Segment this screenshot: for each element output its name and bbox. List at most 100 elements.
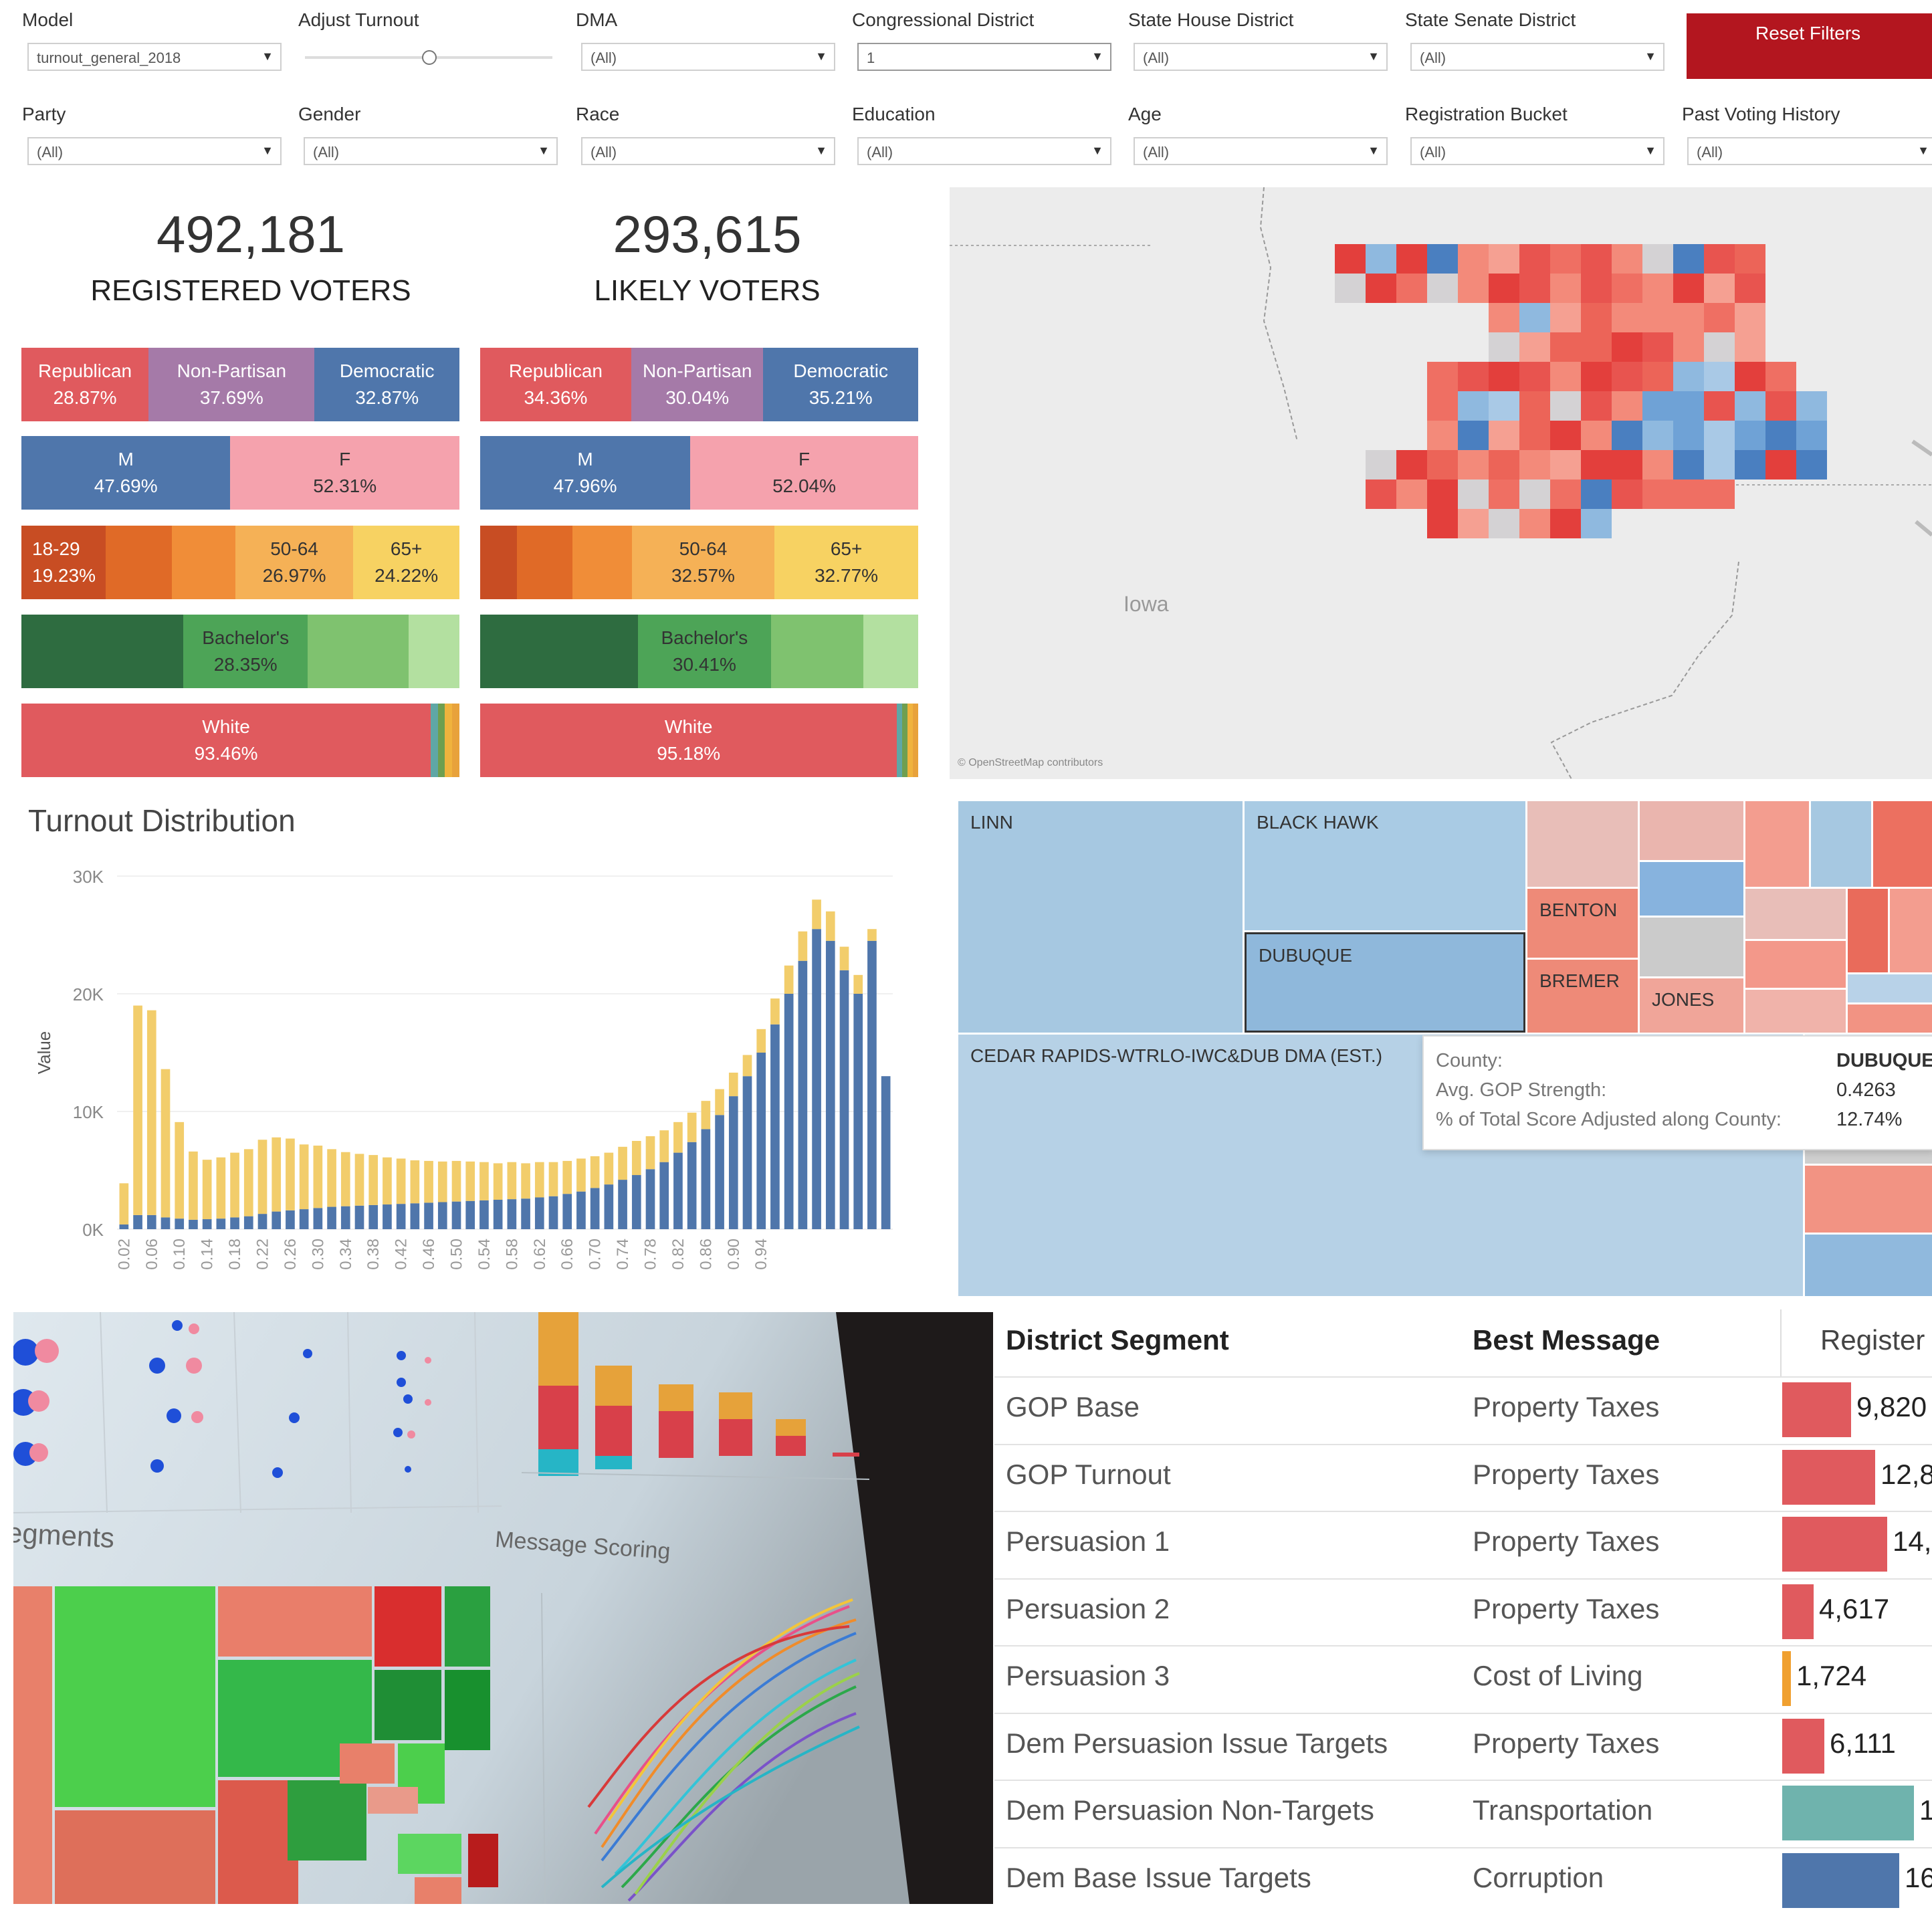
registered-education-segment[interactable]: [21, 615, 183, 688]
likely-education-bar[interactable]: Bachelor's30.41%: [480, 615, 918, 688]
map-precinct[interactable]: [1550, 332, 1581, 362]
map-precinct[interactable]: [1735, 244, 1765, 274]
map-precinct[interactable]: [1642, 362, 1673, 391]
likely-party-segment[interactable]: Non-Partisan30.04%: [631, 348, 764, 421]
histogram-bar[interactable]: [465, 1162, 475, 1201]
map-precinct[interactable]: [1642, 274, 1673, 303]
map-precinct[interactable]: [1550, 509, 1581, 538]
map-precinct[interactable]: [1704, 303, 1735, 332]
map-precinct[interactable]: [1489, 480, 1519, 509]
map-precinct[interactable]: [1489, 421, 1519, 450]
map-precinct[interactable]: [1519, 303, 1550, 332]
likely-race-segment[interactable]: [907, 704, 913, 777]
map-precinct[interactable]: [1704, 244, 1735, 274]
map-precinct[interactable]: [1427, 244, 1458, 274]
map-precinct[interactable]: [1612, 362, 1642, 391]
registered-party-segment[interactable]: Non-Partisan37.69%: [148, 348, 314, 421]
histogram-bar[interactable]: [508, 1199, 517, 1229]
histogram-bar[interactable]: [576, 1158, 586, 1191]
registered-education-segment[interactable]: [409, 615, 459, 688]
registered-education-segment[interactable]: [308, 615, 409, 688]
map-precinct[interactable]: [1612, 421, 1642, 450]
likely-race-segment[interactable]: [913, 704, 918, 777]
histogram-bar[interactable]: [175, 1122, 184, 1218]
histogram-bar[interactable]: [175, 1218, 184, 1229]
histogram-bar[interactable]: [230, 1153, 239, 1218]
map-precinct[interactable]: [1581, 450, 1612, 480]
treemap-cell[interactable]: [1805, 1235, 1932, 1296]
likely-education-segment[interactable]: [480, 615, 638, 688]
likely-education-segment[interactable]: [863, 615, 918, 688]
map-precinct[interactable]: [1704, 421, 1735, 450]
histogram-bar[interactable]: [646, 1169, 655, 1229]
histogram-bar[interactable]: [272, 1212, 281, 1229]
likely-age-bar[interactable]: 50-6432.57%65+32.77%: [480, 526, 918, 599]
table-row[interactable]: Persuasion 3Cost of Living1,724: [994, 1645, 1932, 1713]
histogram-bar[interactable]: [729, 1096, 738, 1229]
map-precinct[interactable]: [1704, 362, 1735, 391]
map-precinct[interactable]: [1642, 244, 1673, 274]
map-precinct[interactable]: [1612, 332, 1642, 362]
histogram-bar[interactable]: [798, 932, 808, 961]
map-precinct[interactable]: [1550, 421, 1581, 450]
treemap-cell[interactable]: [1745, 990, 1846, 1033]
treemap-cell-bremer[interactable]: BREMER: [1527, 960, 1638, 1033]
likely-age-segment[interactable]: [572, 526, 632, 599]
histogram-bar[interactable]: [438, 1202, 447, 1229]
map-precinct[interactable]: [1458, 480, 1489, 509]
filter-dropdown-congressional-district[interactable]: 1▼: [857, 43, 1111, 71]
map-precinct[interactable]: [1735, 421, 1765, 450]
histogram-bar[interactable]: [479, 1200, 489, 1229]
map-precinct[interactable]: [1612, 244, 1642, 274]
histogram-bar[interactable]: [826, 941, 835, 1229]
registered-age-bar[interactable]: 18-2919.23%50-6426.97%65+24.22%: [21, 526, 459, 599]
map-precinct[interactable]: [1581, 332, 1612, 362]
histogram-bar[interactable]: [605, 1153, 614, 1185]
filter-dropdown-age[interactable]: (All)▼: [1134, 137, 1388, 165]
registered-education-segment[interactable]: Bachelor's28.35%: [183, 615, 308, 688]
likely-education-segment[interactable]: [771, 615, 863, 688]
district-map[interactable]: Iowa © OpenStreetMap contributors: [950, 187, 1932, 779]
treemap-cell[interactable]: [1640, 801, 1743, 860]
histogram-bar[interactable]: [272, 1138, 281, 1212]
map-precinct[interactable]: [1673, 303, 1704, 332]
map-precinct[interactable]: [1427, 421, 1458, 450]
filter-dropdown-party[interactable]: (All)▼: [27, 137, 282, 165]
map-precinct[interactable]: [1458, 244, 1489, 274]
histogram-bar[interactable]: [161, 1069, 171, 1218]
map-precinct[interactable]: [1427, 480, 1458, 509]
likely-education-segment[interactable]: Bachelor's30.41%: [638, 615, 771, 688]
filter-dropdown-dma[interactable]: (All)▼: [581, 43, 835, 71]
likely-race-segment[interactable]: [902, 704, 907, 777]
histogram-bar[interactable]: [702, 1101, 711, 1129]
map-precinct[interactable]: [1427, 362, 1458, 391]
histogram-bar[interactable]: [576, 1192, 586, 1229]
histogram-bar[interactable]: [438, 1162, 447, 1202]
treemap-cell[interactable]: [1890, 889, 1932, 972]
map-precinct[interactable]: [1489, 391, 1519, 421]
histogram-bar[interactable]: [397, 1204, 406, 1229]
map-precinct[interactable]: [1550, 450, 1581, 480]
histogram-bar[interactable]: [383, 1158, 392, 1204]
histogram-bar[interactable]: [189, 1220, 198, 1229]
histogram-bar[interactable]: [258, 1140, 267, 1214]
histogram-bar[interactable]: [715, 1089, 724, 1115]
map-precinct[interactable]: [1366, 274, 1396, 303]
map-precinct[interactable]: [1396, 274, 1427, 303]
filter-dropdown-education[interactable]: (All)▼: [857, 137, 1111, 165]
map-precinct[interactable]: [1458, 362, 1489, 391]
likely-race-bar[interactable]: White95.18%: [480, 704, 918, 777]
treemap-cell-linn[interactable]: LINN: [958, 801, 1243, 1033]
map-precinct[interactable]: [1489, 244, 1519, 274]
histogram-bar[interactable]: [300, 1209, 309, 1229]
map-precinct[interactable]: [1642, 391, 1673, 421]
histogram-bar[interactable]: [867, 929, 877, 941]
histogram-bar[interactable]: [618, 1147, 627, 1180]
treemap-cell[interactable]: [1745, 889, 1846, 939]
histogram-bar[interactable]: [549, 1196, 558, 1229]
map-precinct[interactable]: [1581, 244, 1612, 274]
registered-age-segment[interactable]: [106, 526, 173, 599]
histogram-bar[interactable]: [853, 975, 863, 994]
registered-education-bar[interactable]: Bachelor's28.35%: [21, 615, 459, 688]
map-precinct[interactable]: [1458, 421, 1489, 450]
